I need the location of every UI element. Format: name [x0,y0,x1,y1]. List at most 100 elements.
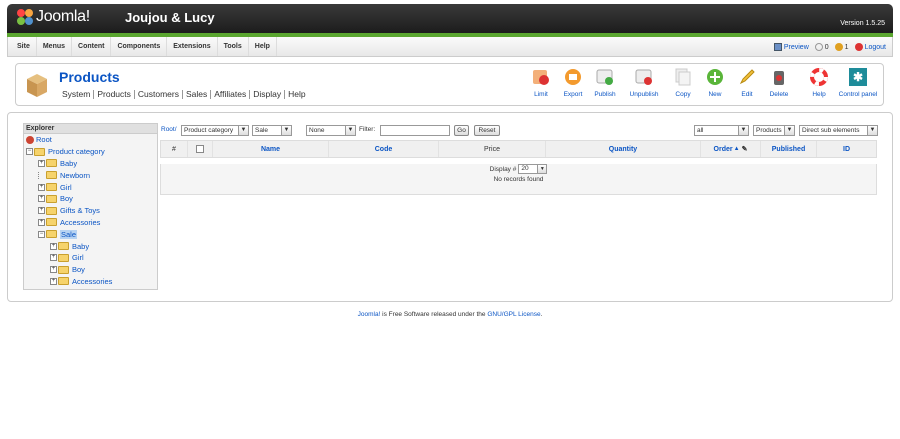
messages-status[interactable]: 0 [814,42,829,51]
subnav-sales[interactable]: Sales [183,90,212,99]
users-status[interactable]: 1 [834,42,849,51]
folder-icon [46,183,57,192]
sub-elements-select[interactable]: Direct sub elements ▼ [799,125,878,136]
subnav-products[interactable]: Products [94,90,135,99]
tree-product-category[interactable]: − Product category [24,146,157,158]
expand-icon[interactable]: + [50,266,57,274]
logout-link[interactable]: Logout [854,42,886,51]
expand-icon[interactable]: + [38,183,45,191]
toolbar-box: Products System Products Customers Sales… [15,63,884,106]
folder-icon [58,277,69,286]
expand-icon[interactable]: + [38,159,45,167]
sale-select[interactable]: Sale ▼ [252,125,292,136]
joomla-footer-link[interactable]: Joomla! [358,311,381,318]
preview-icon [773,42,782,51]
folder-icon [46,194,57,203]
tree-item-girl[interactable]: + Girl [24,181,157,193]
col-quantity[interactable]: Quantity [546,141,701,157]
status-area: Preview 0 1 Logout [773,37,886,56]
menu-help[interactable]: Help [249,37,277,56]
col-select-all[interactable] [188,141,213,157]
col-code[interactable]: Code [329,141,439,157]
col-name[interactable]: Name [213,141,329,157]
menu-components[interactable]: Components [111,37,168,56]
tree-item-sale-accessories[interactable]: + Accessories [24,276,157,288]
delete-icon [770,68,788,86]
expand-icon[interactable]: + [38,207,45,215]
main-menu: Site Menus Content Components Extensions… [8,37,892,56]
tree-item-gifts-toys[interactable]: + Gifts & Toys [24,205,157,217]
limit-button[interactable]: Limit [525,68,557,98]
delete-button[interactable]: Delete [763,68,795,98]
expand-icon[interactable]: + [38,195,45,203]
export-button[interactable]: Export [557,68,589,98]
menu-site[interactable]: Site [11,37,37,56]
dropdown-arrow-icon: ▼ [867,125,878,136]
tree-item-sale-girl[interactable]: + Girl [24,252,157,264]
logo-text: Joomla! [36,8,90,25]
col-id[interactable]: ID [817,141,876,157]
expand-icon[interactable]: + [50,277,57,285]
display-count-row: Display # 20 ▼ [161,164,876,174]
menu-menus[interactable]: Menus [37,37,73,56]
subnav-display[interactable]: Display [250,90,286,99]
help-button[interactable]: Help [803,68,835,98]
version-label: Version 1.5.25 [840,20,885,27]
folder-icon [46,159,57,168]
tree-label: Boy [72,265,85,275]
col-number: # [161,141,188,157]
site-name: Joujou & Lucy [125,10,215,25]
filter-input[interactable] [380,125,450,136]
tree-item-boy[interactable]: + Boy [24,193,157,205]
control-panel-button[interactable]: ✱ Control panel [835,68,881,98]
menu-extensions[interactable]: Extensions [167,37,218,56]
none-select-value: None [309,127,325,134]
copy-button[interactable]: Copy [667,68,699,98]
go-button[interactable]: Go [454,125,469,136]
select-all-checkbox[interactable] [196,145,204,153]
tree-item-baby[interactable]: + Baby [24,158,157,170]
joomla-logo-icon [17,9,33,25]
root-breadcrumb-link[interactable]: Root/ [161,126,177,133]
products-select[interactable]: Products ▼ [753,125,795,136]
footer-end: . [540,311,543,318]
subnav-customers[interactable]: Customers [135,90,183,99]
joomla-logo[interactable]: Joomla! [17,8,90,26]
subnav-affiliates[interactable]: Affiliates [211,90,251,99]
all-select[interactable]: all ▼ [694,125,749,136]
tree-item-newborn[interactable]: Newborn [24,169,157,181]
dropdown-arrow-icon: ▼ [784,125,795,136]
publish-button[interactable]: Publish [589,68,621,98]
tree-item-sale-boy[interactable]: + Boy [24,264,157,276]
col-published[interactable]: Published [761,141,817,157]
edit-button[interactable]: Edit [731,68,763,98]
subnav-system[interactable]: System [62,90,95,99]
publish-icon [596,68,614,86]
expand-icon[interactable]: + [38,218,45,226]
tree-item-accessories[interactable]: + Accessories [24,217,157,229]
menu-tools[interactable]: Tools [218,37,249,56]
subnav-help[interactable]: Help [285,90,308,99]
new-button[interactable]: New [699,68,731,98]
root-icon [26,135,34,144]
collapse-icon[interactable]: − [26,148,33,156]
products-grid: # Name Code Price Quantity Order ▲ ✎ Pub… [160,140,877,195]
expand-icon[interactable]: + [50,242,57,250]
tree-item-sale-baby[interactable]: + Baby [24,240,157,252]
none-select[interactable]: None ▼ [306,125,356,136]
col-order[interactable]: Order ▲ ✎ [701,141,761,157]
tree-label: Accessories [60,217,101,227]
collapse-icon[interactable]: − [38,230,45,238]
unpublish-button[interactable]: Unpublish [621,68,667,98]
display-count-select[interactable]: 20 ▼ [518,164,548,174]
tree-root[interactable]: Root [24,134,157,146]
save-order-icon[interactable]: ✎ [742,145,748,153]
preview-link[interactable]: Preview [773,42,809,51]
license-link[interactable]: GNU/GPL License [487,311,540,318]
reset-button[interactable]: Reset [474,125,500,136]
expand-icon[interactable]: + [50,254,57,262]
tree-item-sale[interactable]: − Sale [24,228,157,240]
category-select[interactable]: Product category ▼ [181,125,249,136]
menu-content[interactable]: Content [72,37,112,56]
display-label: Display # [489,165,517,173]
